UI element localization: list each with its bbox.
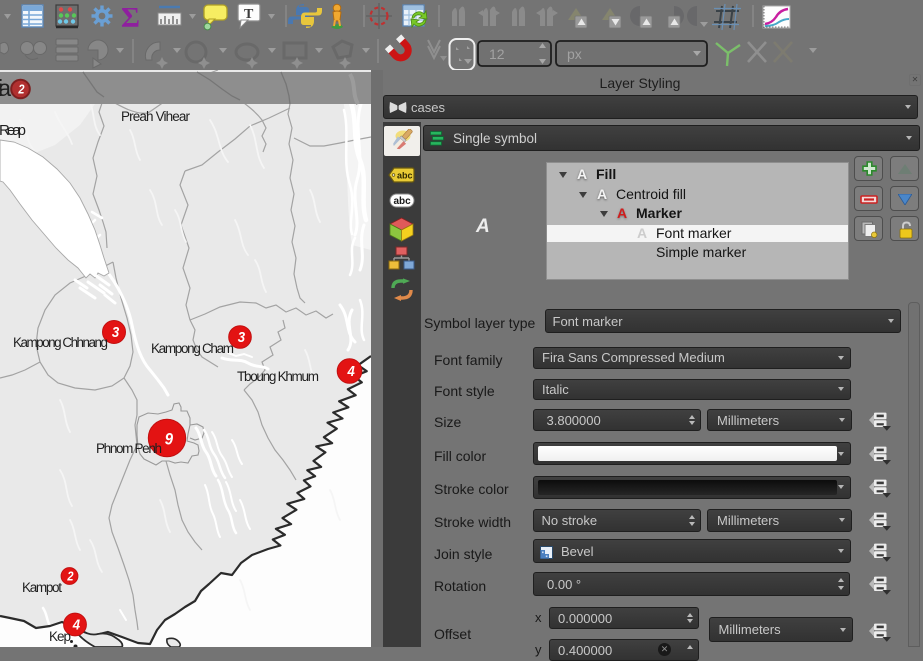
svg-text:Kep: Kep [49,629,71,644]
svg-text:T: T [244,7,254,22]
svg-text:abc: abc [394,196,412,207]
svg-text:Preah Vihear: Preah Vihear [121,109,191,124]
svg-text:9: 9 [165,431,173,449]
svg-text:Σ: Σ [121,2,140,34]
svg-text:Reap: Reap [0,122,26,139]
svg-text:px: px [567,46,582,62]
svg-text:4: 4 [347,362,355,379]
svg-text:Kampot: Kampot [22,580,62,595]
svg-text:2: 2 [66,570,73,584]
svg-text:Kampong Cham: Kampong Cham [151,341,234,356]
svg-text:Kampong Chhnang: Kampong Chhnang [13,335,108,350]
svg-text:abc: abc [397,171,413,181]
svg-text:4: 4 [72,616,80,633]
svg-text:3: 3 [238,328,245,345]
svg-text:ia: ia [0,75,11,101]
svg-text:3: 3 [112,323,119,340]
svg-text:2: 2 [17,83,24,97]
svg-text:Tboung Khmum: Tboung Khmum [237,369,319,384]
svg-text:12: 12 [489,46,505,62]
svg-text:Phnom Penh: Phnom Penh [96,441,162,456]
